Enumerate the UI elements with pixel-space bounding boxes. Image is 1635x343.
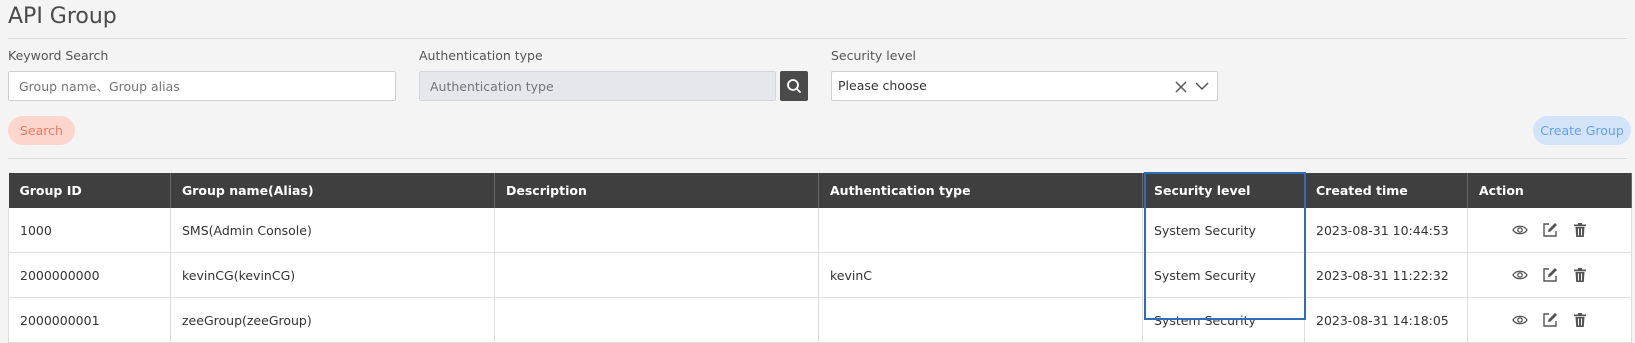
delete-icon[interactable]: [1572, 312, 1588, 328]
cell-actions: [1467, 208, 1632, 253]
edit-icon[interactable]: [1542, 267, 1558, 283]
title-divider: [8, 38, 1627, 39]
col-header-security-level[interactable]: Security level: [1142, 173, 1305, 208]
cell-auth-type: kevinC: [818, 252, 1143, 298]
table-row: 1000 SMS(Admin Console) System Security …: [8, 208, 1632, 253]
delete-icon[interactable]: [1572, 267, 1588, 283]
cell-group-id: 1000: [8, 208, 171, 253]
filter-divider: [8, 158, 1627, 159]
security-level-value: Please choose: [838, 78, 927, 93]
api-group-table: Group ID Group name(Alias) Description A…: [8, 173, 1632, 343]
cell-security-level: System Security: [1142, 252, 1305, 298]
col-header-description[interactable]: Description: [494, 173, 819, 208]
clear-icon[interactable]: [1175, 81, 1187, 93]
view-icon[interactable]: [1511, 267, 1528, 283]
cell-security-level: System Security: [1142, 208, 1305, 253]
keyword-search-label: Keyword Search: [8, 48, 109, 63]
keyword-search-input[interactable]: [8, 71, 396, 101]
search-button[interactable]: Search: [8, 116, 75, 145]
auth-type-input[interactable]: [419, 71, 776, 101]
cell-actions: [1467, 297, 1632, 343]
col-header-group-id[interactable]: Group ID: [8, 173, 171, 208]
table-row: 2000000001 zeeGroup(zeeGroup) System Sec…: [8, 297, 1632, 343]
col-header-created-time[interactable]: Created time: [1304, 173, 1468, 208]
cell-created-time: 2023-08-31 11:22:32: [1304, 252, 1468, 298]
cell-created-time: 2023-08-31 14:18:05: [1304, 297, 1468, 343]
table-row: 2000000000 kevinCG(kevinCG) kevinC Syste…: [8, 252, 1632, 298]
cell-group-name: kevinCG(kevinCG): [170, 252, 495, 298]
cell-description: [494, 208, 819, 253]
cell-auth-type: [818, 208, 1143, 253]
view-icon[interactable]: [1511, 222, 1528, 238]
delete-icon[interactable]: [1572, 222, 1588, 238]
col-header-group-name[interactable]: Group name(Alias): [170, 173, 495, 208]
cell-security-level: System Security: [1142, 297, 1305, 343]
security-level-label: Security level: [831, 48, 917, 63]
search-icon: [787, 79, 801, 93]
cell-group-id: 2000000001: [8, 297, 171, 343]
auth-type-search-button[interactable]: [780, 71, 808, 101]
col-header-action: Action: [1467, 173, 1632, 208]
chevron-down-icon[interactable]: [1195, 82, 1209, 91]
cell-group-id: 2000000000: [8, 252, 171, 298]
security-level-select[interactable]: Please choose: [831, 71, 1218, 101]
cell-group-name: zeeGroup(zeeGroup): [170, 297, 495, 343]
edit-icon[interactable]: [1542, 222, 1558, 238]
cell-actions: [1467, 252, 1632, 298]
view-icon[interactable]: [1511, 312, 1528, 328]
cell-group-name: SMS(Admin Console): [170, 208, 495, 253]
table-header-row: Group ID Group name(Alias) Description A…: [8, 173, 1632, 208]
cell-description: [494, 297, 819, 343]
cell-description: [494, 252, 819, 298]
cell-auth-type: [818, 297, 1143, 343]
create-group-button[interactable]: Create Group: [1533, 116, 1631, 145]
auth-type-label: Authentication type: [419, 48, 543, 63]
col-header-auth-type[interactable]: Authentication type: [818, 173, 1143, 208]
cell-created-time: 2023-08-31 10:44:53: [1304, 208, 1468, 253]
page-title: API Group: [8, 4, 117, 29]
edit-icon[interactable]: [1542, 312, 1558, 328]
